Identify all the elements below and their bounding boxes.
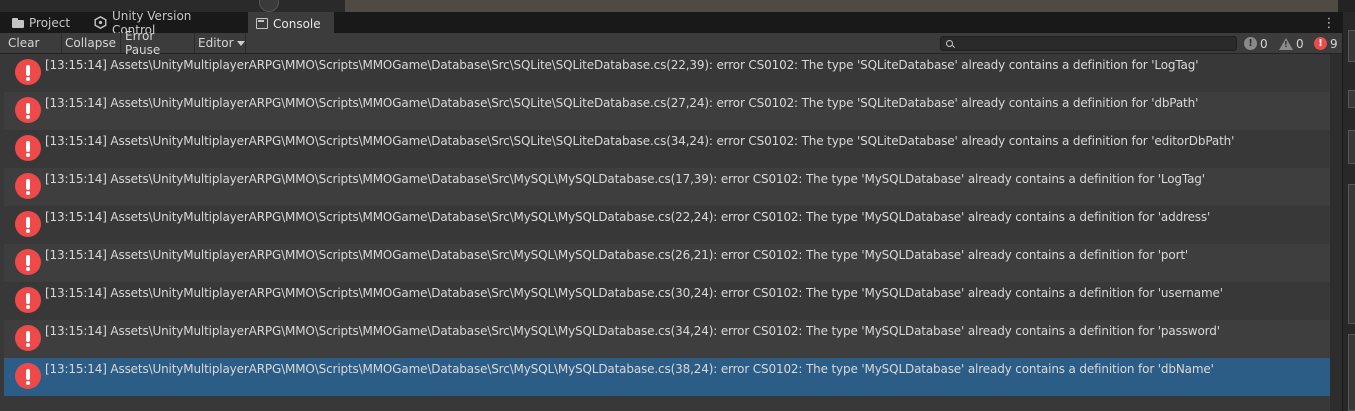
log-message: [13:15:14] Assets\UnityMultiplayerARPG\M… [45, 58, 1199, 72]
tab-console-label: Console [273, 16, 321, 31]
tab-project-label: Project [29, 15, 71, 30]
log-entry[interactable]: [13:15:14] Assets\UnityMultiplayerARPG\M… [4, 320, 1330, 358]
log-message: [13:15:14] Assets\UnityMultiplayerARPG\M… [45, 134, 1235, 148]
collapse-button[interactable]: Collapse [61, 33, 121, 53]
dock-box [1348, 184, 1355, 324]
error-icon [15, 363, 41, 389]
error-icon [15, 173, 41, 199]
log-message: [13:15:14] Assets\UnityMultiplayerARPG\M… [45, 362, 1214, 376]
error-icon [15, 97, 41, 123]
vertical-scrollbar[interactable] [1330, 54, 1342, 411]
right-dock-top [1338, 0, 1355, 12]
dock-box [1348, 30, 1355, 62]
error-count: 9 [1330, 36, 1338, 51]
console-log-list[interactable]: [13:15:14] Assets\UnityMultiplayerARPG\M… [0, 54, 1330, 411]
more-options-icon[interactable]: ⋮ [1322, 14, 1336, 32]
right-dock-panel [1342, 12, 1355, 411]
dock-box [1348, 130, 1355, 164]
log-entry[interactable]: [13:15:14] Assets\UnityMultiplayerARPG\M… [4, 206, 1330, 244]
log-message: [13:15:14] Assets\UnityMultiplayerARPG\M… [45, 96, 1199, 110]
error-count-toggle[interactable]: ! 9 [1314, 35, 1338, 52]
log-entry-selected[interactable]: [13:15:14] Assets\UnityMultiplayerARPG\M… [4, 358, 1330, 396]
error-icon [15, 59, 41, 85]
tab-project[interactable]: Project [4, 12, 84, 33]
info-icon: ! [1244, 37, 1257, 50]
log-entry[interactable]: [13:15:14] Assets\UnityMultiplayerARPG\M… [4, 168, 1330, 206]
clear-button-label: Clear [8, 36, 40, 50]
dock-box [1348, 334, 1355, 411]
info-count-toggle[interactable]: ! 0 [1244, 35, 1268, 52]
version-control-icon [94, 16, 107, 29]
clear-button[interactable]: Clear [4, 33, 62, 53]
scene-view-edge [345, 0, 1338, 12]
dock-box [1348, 90, 1355, 108]
log-entry[interactable]: [13:15:14] Assets\UnityMultiplayerARPG\M… [4, 54, 1330, 92]
log-entry[interactable]: [13:15:14] Assets\UnityMultiplayerARPG\M… [4, 130, 1330, 168]
log-entry[interactable]: [13:15:14] Assets\UnityMultiplayerARPG\M… [4, 244, 1330, 282]
folder-icon [12, 17, 24, 28]
tab-console[interactable]: Console [248, 12, 334, 33]
search-input[interactable] [940, 36, 1237, 51]
error-icon [15, 249, 41, 275]
error-icon [15, 211, 41, 237]
collapse-button-label: Collapse [65, 36, 116, 50]
search-icon [946, 40, 953, 47]
error-pause-button-label: Error Pause [125, 29, 161, 57]
log-message: [13:15:14] Assets\UnityMultiplayerARPG\M… [45, 324, 1220, 338]
warning-count: 0 [1296, 36, 1304, 51]
warning-icon [1279, 37, 1293, 50]
log-message: [13:15:14] Assets\UnityMultiplayerARPG\M… [45, 210, 1211, 224]
tab-bar: Project Unity Version Control Console [0, 9, 1342, 37]
log-message: [13:15:14] Assets\UnityMultiplayerARPG\M… [45, 172, 1205, 186]
warning-count-toggle[interactable]: 0 [1279, 35, 1304, 52]
error-icon [15, 287, 41, 313]
console-icon [256, 18, 268, 29]
log-message: [13:15:14] Assets\UnityMultiplayerARPG\M… [45, 286, 1223, 300]
chevron-down-icon [236, 40, 245, 46]
scene-gizmo [259, 0, 279, 12]
editor-dropdown[interactable]: Editor [194, 33, 246, 53]
editor-dropdown-label: Editor [198, 36, 234, 50]
error-icon: ! [1314, 37, 1327, 50]
log-entry[interactable]: [13:15:14] Assets\UnityMultiplayerARPG\M… [4, 282, 1330, 320]
error-icon [15, 135, 41, 161]
console-toolbar: Clear Collapse Error Pause Editor ! 0 0 … [0, 29, 1342, 57]
log-message: [13:15:14] Assets\UnityMultiplayerARPG\M… [45, 248, 1189, 262]
info-count: 0 [1260, 36, 1268, 51]
error-icon [15, 325, 41, 351]
log-entry[interactable]: [13:15:14] Assets\UnityMultiplayerARPG\M… [4, 92, 1330, 130]
error-pause-button[interactable]: Error Pause [121, 29, 195, 57]
